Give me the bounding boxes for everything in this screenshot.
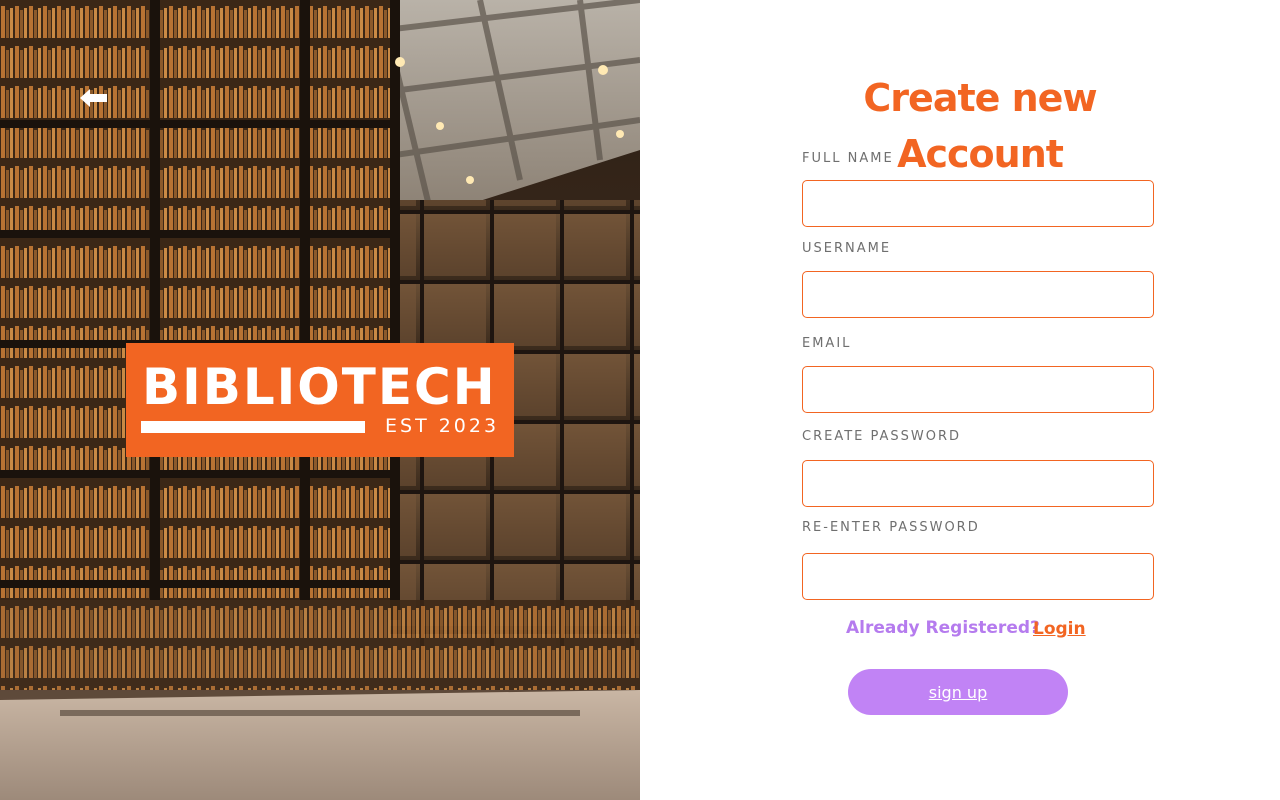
create-password-input[interactable] bbox=[802, 460, 1154, 507]
username-input[interactable] bbox=[802, 271, 1154, 318]
logo-title: BIBLIOTECH bbox=[142, 358, 497, 416]
arrow-left-icon[interactable] bbox=[78, 86, 110, 110]
library-photo: BIBLIOTECH EST 2023 bbox=[0, 0, 640, 800]
email-label: EMAIL bbox=[802, 336, 852, 351]
create-password-label: CREATE PASSWORD bbox=[802, 429, 962, 444]
username-label: USERNAME bbox=[802, 241, 892, 256]
signup-button[interactable]: sign up bbox=[848, 669, 1068, 715]
logo-underline bbox=[141, 421, 365, 433]
full-name-input[interactable] bbox=[802, 180, 1154, 227]
full-name-label: FULL NAME bbox=[802, 151, 894, 166]
login-link[interactable]: Login bbox=[1033, 617, 1086, 641]
email-input[interactable] bbox=[802, 366, 1154, 413]
logo-subtitle: EST 2023 bbox=[385, 415, 500, 437]
reenter-password-label: RE-ENTER PASSWORD bbox=[802, 520, 980, 535]
bibliotech-logo: BIBLIOTECH EST 2023 bbox=[126, 343, 514, 457]
already-registered-text: Already Registered? bbox=[846, 618, 1040, 638]
reenter-password-input[interactable] bbox=[802, 553, 1154, 600]
